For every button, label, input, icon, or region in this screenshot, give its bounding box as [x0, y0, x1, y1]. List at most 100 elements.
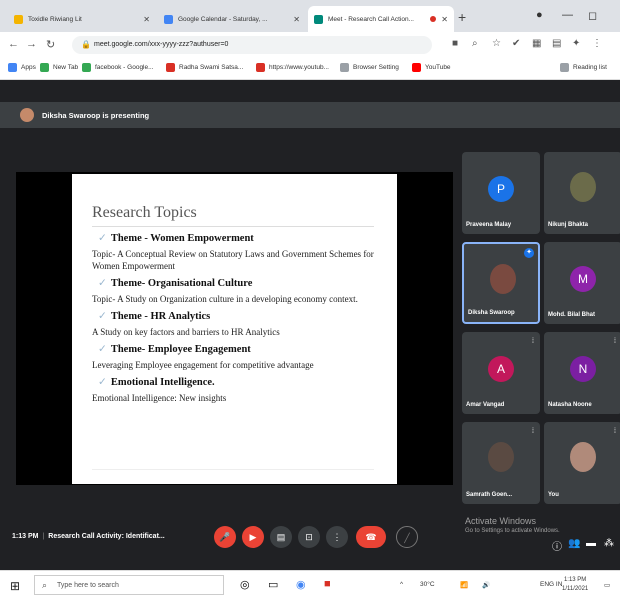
extension-check-icon[interactable]: ✔ — [512, 38, 520, 49]
camera-toggle-button[interactable]: ▶ — [242, 526, 264, 548]
raise-hand-button[interactable]: ╱ — [396, 526, 418, 548]
file-explorer-icon[interactable]: ▭ — [268, 578, 278, 591]
volume-icon[interactable]: 🔊 — [482, 581, 490, 589]
presenting-banner: Diksha Swaroop is presenting — [0, 102, 620, 128]
tab-title: Meet - Research Call Action... — [328, 15, 414, 23]
chrome-icon[interactable]: ◉ — [296, 578, 306, 591]
pin-icon[interactable]: ✦ — [524, 248, 534, 258]
leave-call-button[interactable]: ☎ — [356, 526, 386, 548]
participant-tile[interactable]: M Mohd. Bilal Bhat — [544, 242, 620, 324]
present-button[interactable]: ⊡ — [298, 526, 320, 548]
globe-icon — [40, 63, 49, 72]
bookmark-label: Apps — [21, 64, 36, 71]
windows-start-icon[interactable]: ⊞ — [10, 579, 20, 593]
bookmark-new-tab[interactable]: New Tab — [40, 63, 78, 72]
maximize-icon[interactable]: ◻ — [588, 9, 597, 22]
participant-photo — [490, 264, 516, 294]
profile-icon[interactable]: ● — [536, 9, 543, 21]
theme-text: Theme - Women Empowerment — [110, 233, 254, 244]
clock-time: 1:13 PM — [563, 577, 587, 583]
participant-tile[interactable]: ⁞ N Natasha Noone — [544, 332, 620, 414]
activate-subtitle: Go to Settings to activate Windows. — [465, 528, 560, 534]
browser-tab-3[interactable]: Meet - Research Call Action... ✕ — [308, 6, 454, 32]
network-icon[interactable]: 📶 — [460, 581, 468, 589]
language-indicator[interactable]: ENG IN — [540, 581, 562, 588]
theme-text: Theme- Organisational Culture — [110, 278, 253, 289]
people-icon[interactable]: 👥 — [568, 538, 580, 549]
taskbar-clock[interactable]: 1:13 PM 1/11/2021 — [562, 576, 588, 594]
slide-topic-text: Emotional Intelligence: New insights — [92, 393, 227, 403]
notification-icon[interactable]: ▭ — [604, 581, 610, 589]
task-view-icon[interactable]: ◎ — [240, 578, 250, 591]
bookmark-radha[interactable]: Radha Swami Satsa... — [166, 63, 243, 72]
slide-divider — [92, 226, 374, 227]
slide-theme-heading: ✓ Theme - Women Empowerment — [98, 232, 397, 244]
captions-button[interactable]: ▤ — [270, 526, 292, 548]
activities-icon[interactable]: ⁂ — [604, 538, 614, 549]
browser-tab-1[interactable]: Toxidle Riwiang Lit ✕ — [8, 6, 156, 32]
menu-icon[interactable]: ⋮ — [592, 38, 602, 49]
meeting-info: 1:13 PM | Research Call Activity: Identifi… — [12, 533, 165, 540]
activate-title: Activate Windows — [465, 516, 537, 526]
pdf-extension-icon[interactable]: ▤ — [552, 38, 561, 49]
meet-window: Diksha Swaroop is presenting Research To… — [0, 80, 620, 570]
new-tab-icon[interactable]: + — [458, 9, 466, 25]
bookmark-facebook[interactable]: facebook - Google... — [82, 63, 154, 72]
participant-tile[interactable]: ⁞ A Amar Vangad — [462, 332, 540, 414]
url-text: meet.google.com/xxx-yyyy-zzz?authuser=0 — [94, 41, 229, 48]
participant-initial: M — [570, 266, 596, 292]
bookmark-reading-list[interactable]: Reading list — [560, 63, 607, 72]
back-icon[interactable]: ← — [8, 38, 19, 50]
more-options-button[interactable]: ⋮ — [326, 526, 348, 548]
close-tab-icon[interactable]: ✕ — [441, 15, 448, 24]
app-icon[interactable]: ■ — [324, 578, 331, 590]
meet-favicon-icon — [314, 14, 323, 24]
bookmark-apps[interactable]: Apps — [8, 63, 36, 72]
checkmark-icon: ✓ — [98, 311, 107, 322]
browser-toolbar: ← → ↻ 🔒 meet.google.com/xxx-yyyy-zzz?aut… — [0, 32, 620, 58]
address-bar[interactable]: 🔒 meet.google.com/xxx-yyyy-zzz?authuser=… — [72, 36, 432, 54]
lock-icon: 🔒 — [81, 40, 91, 49]
bookmark-browser-setting[interactable]: Browser Setting — [340, 63, 399, 72]
slide-theme-heading: ✓ Theme- Organisational Culture — [98, 277, 397, 289]
browser-tab-2[interactable]: Google Calendar - Saturday, ... ✕ — [158, 6, 306, 32]
participant-tile[interactable]: ⁞ Samrath Goen... — [462, 422, 540, 504]
extension-icon[interactable]: ▦ — [532, 38, 541, 49]
participant-tile[interactable]: Nikunj Bhakta — [544, 152, 620, 234]
participant-tile-pinned[interactable]: ✦ Diksha Swaroop — [462, 242, 540, 324]
meeting-name[interactable]: Research Call Activity: Identificat... — [48, 533, 164, 540]
forward-icon[interactable]: → — [26, 38, 37, 50]
weather-text[interactable]: 30°C — [420, 581, 435, 588]
taskbar-search[interactable]: ⌕ Type here to search — [34, 575, 224, 595]
bookmark-youtube[interactable]: YouTube — [412, 63, 451, 72]
bookmarks-bar: Apps New Tab facebook - Google... Radha … — [0, 58, 620, 80]
bookmark-youtube-link[interactable]: https://www.youtub... — [256, 63, 329, 72]
minimize-icon[interactable]: — — [562, 9, 573, 21]
tray-chevron-icon[interactable]: ^ — [400, 581, 403, 588]
browser-tab-strip: Toxidle Riwiang Lit ✕ Google Calendar - … — [0, 0, 620, 32]
chat-icon[interactable]: ▬ — [586, 538, 596, 549]
close-tab-icon[interactable]: ✕ — [293, 15, 300, 24]
reload-icon[interactable]: ↻ — [46, 38, 55, 51]
info-icon[interactable]: ⓘ — [552, 538, 562, 553]
theme-text: Theme - HR Analytics — [110, 311, 211, 322]
recording-icon — [430, 16, 437, 22]
mic-off-icon: ⁞ — [532, 428, 534, 435]
theme-text: Theme- Employee Engagement — [110, 344, 251, 355]
slide-topic-text: Topic- A Study on Organization culture i… — [92, 294, 358, 304]
star-icon[interactable]: ☆ — [492, 38, 501, 49]
participant-name: Samrath Goen... — [466, 492, 513, 498]
puzzle-icon[interactable]: ✦ — [572, 38, 580, 49]
participant-tile[interactable]: P Praveena Malay — [462, 152, 540, 234]
mic-off-icon: ⁞ — [532, 338, 534, 345]
mic-toggle-button[interactable]: 🎤 — [214, 526, 236, 548]
presenting-text: Diksha Swaroop is presenting — [42, 110, 150, 120]
bookmark-label: Reading list — [573, 64, 607, 71]
participant-tile-self[interactable]: ⁞ You — [544, 422, 620, 504]
close-tab-icon[interactable]: ✕ — [143, 15, 150, 24]
participant-name: Amar Vangad — [466, 402, 505, 408]
bookmark-label: YouTube — [425, 64, 451, 71]
zoom-icon[interactable]: ⌕ — [472, 38, 478, 49]
tab-title: Toxidle Riwiang Lit — [28, 15, 82, 23]
camera-indicator-icon[interactable]: ■ — [452, 38, 458, 49]
